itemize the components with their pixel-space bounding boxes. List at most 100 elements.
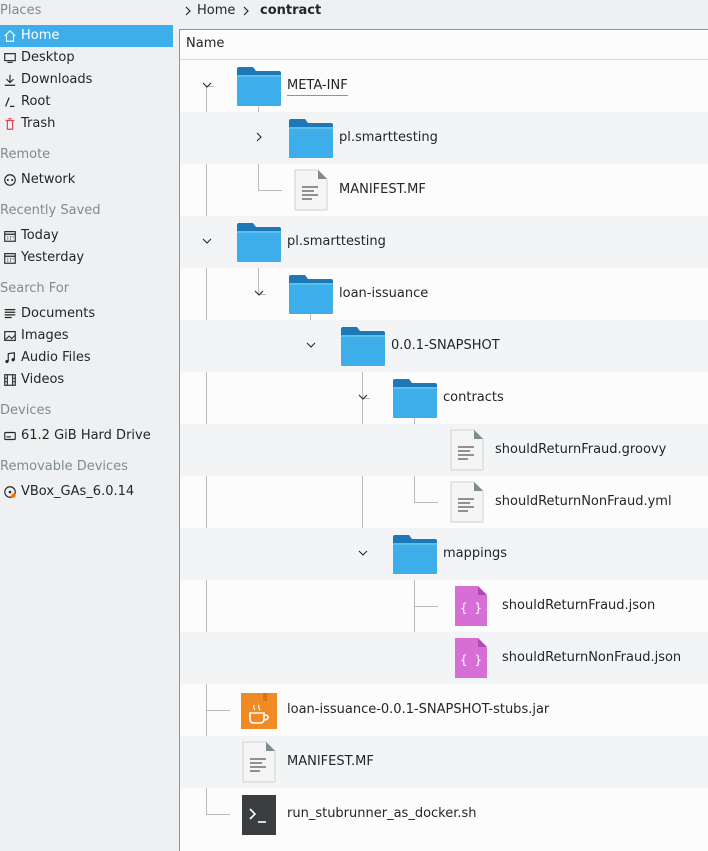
- file-name: MANIFEST.MF: [287, 754, 374, 769]
- sidebar-item-label: Root: [21, 94, 51, 109]
- sidebar-item-downloads[interactable]: Downloads: [0, 69, 173, 91]
- root-icon: [5, 97, 15, 107]
- section-header-devices: Devices: [0, 403, 52, 418]
- folder-icon: [393, 535, 437, 574]
- column-header-name[interactable]: Name: [180, 30, 708, 60]
- chevron-right-icon: [243, 6, 249, 16]
- sidebar-item-61-2-gib-hard-drive[interactable]: 61.2 GiB Hard Drive: [0, 425, 173, 447]
- sidebar-item-label: Documents: [21, 306, 96, 321]
- text-file-icon: [450, 481, 484, 523]
- json-file-icon: { }: [455, 586, 487, 626]
- file-row[interactable]: MANIFEST.MF: [180, 164, 708, 216]
- sidebar-item-images[interactable]: Images: [0, 325, 173, 347]
- sidebar-item-label: Desktop: [21, 50, 75, 65]
- sidebar-item-label: Images: [21, 328, 69, 343]
- breadcrumb: Home contract: [174, 0, 708, 22]
- text-file-icon: [294, 169, 328, 211]
- file-name: pl.smarttesting: [287, 234, 386, 249]
- file-name: contracts: [443, 390, 504, 405]
- chevron-down-icon[interactable]: [306, 340, 316, 350]
- sidebar-item-label: Network: [21, 172, 76, 187]
- sidebar-item-documents[interactable]: Documents: [0, 303, 173, 325]
- folder-row[interactable]: 0.0.1-SNAPSHOT: [180, 320, 708, 372]
- chevron-right-icon[interactable]: [254, 132, 264, 142]
- file-row[interactable]: { } shouldReturnFraud.json: [180, 580, 708, 632]
- folder-row[interactable]: pl.smarttesting: [180, 216, 708, 268]
- chevron-down-icon[interactable]: [202, 236, 212, 246]
- file-name: shouldReturnFraud.json: [502, 598, 656, 613]
- file-name: run_stubrunner_as_docker.sh: [287, 806, 477, 821]
- sidebar-item-label: Downloads: [21, 72, 93, 87]
- file-name: mappings: [443, 546, 508, 561]
- file-name: shouldReturnFraud.groovy: [495, 442, 667, 457]
- file-name: pl.smarttesting: [339, 130, 438, 145]
- chevron-down-icon[interactable]: [358, 392, 368, 402]
- text-file-icon: [450, 429, 484, 471]
- file-name: MANIFEST.MF: [339, 182, 426, 197]
- sidebar-item-root[interactable]: Root: [0, 91, 173, 113]
- breadcrumb-current[interactable]: contract: [260, 2, 321, 20]
- terminal-script-icon: [242, 795, 276, 835]
- folder-icon: [289, 119, 333, 158]
- sidebar-item-home[interactable]: Home: [0, 25, 173, 47]
- file-name: loan-issuance: [339, 286, 429, 301]
- harddrive-icon: [4, 431, 16, 441]
- sidebar-item-desktop[interactable]: Desktop: [0, 47, 173, 69]
- folder-row[interactable]: mappings: [180, 528, 708, 580]
- sidebar-item-label: Audio Files: [21, 350, 91, 365]
- folder-icon: [393, 379, 437, 418]
- sidebar-item-audio-files[interactable]: Audio Files: [0, 347, 173, 369]
- optical-disc-icon: [4, 486, 16, 498]
- home-icon: [4, 29, 16, 42]
- folder-row[interactable]: loan-issuance: [180, 268, 708, 320]
- sidebar-item-label: Videos: [21, 372, 65, 387]
- folder-row[interactable]: META-INF: [180, 60, 708, 112]
- section-header-removable-devices: Removable Devices: [0, 459, 128, 474]
- folder-row[interactable]: pl.smarttesting: [180, 112, 708, 164]
- file-name: META-INF: [287, 77, 348, 96]
- file-name: shouldReturnNonFraud.yml: [495, 494, 672, 509]
- folder-icon: [341, 327, 385, 366]
- sidebar-item-label: VBox_GAs_6.0.14: [21, 484, 135, 499]
- file-row[interactable]: shouldReturnNonFraud.yml: [180, 476, 708, 528]
- sidebar-item-label: 61.2 GiB Hard Drive: [21, 428, 151, 443]
- trash-icon: [5, 118, 15, 130]
- calendar-icon: [4, 231, 16, 242]
- text-file-icon: [242, 741, 276, 783]
- desktop-icon: [4, 53, 16, 63]
- file-row[interactable]: loan-issuance-0.0.1-SNAPSHOT-stubs.jar: [180, 684, 708, 736]
- section-header-search-for: Search For: [0, 281, 70, 296]
- section-header-places: Places: [0, 3, 42, 18]
- sidebar-item-videos[interactable]: Videos: [0, 369, 173, 391]
- sidebar-item-vbox-gas-6-0-14[interactable]: VBox_GAs_6.0.14: [0, 481, 173, 503]
- chevron-down-icon[interactable]: [202, 80, 212, 90]
- places-panel: Places Home Desktop Downloads Root Trash Remot…: [0, 0, 174, 850]
- music-icon: [5, 352, 15, 364]
- chevron-right-icon: [185, 6, 191, 16]
- section-header-recently-saved: Recently Saved: [0, 203, 101, 218]
- sidebar-item-label: Home: [21, 28, 60, 43]
- document-icon: [4, 309, 16, 319]
- breadcrumb-home[interactable]: Home: [197, 2, 235, 20]
- file-row[interactable]: shouldReturnFraud.groovy: [180, 424, 708, 476]
- file-name: shouldReturnNonFraud.json: [502, 650, 682, 665]
- column-header-label: Name: [186, 36, 225, 51]
- folder-icon: [237, 223, 281, 262]
- file-tree-view[interactable]: Name META-INF pl.smarttesting MANIFEST.M…: [179, 29, 708, 851]
- sidebar-item-network[interactable]: Network: [0, 169, 173, 191]
- file-name: loan-issuance-0.0.1-SNAPSHOT-stubs.jar: [287, 702, 550, 717]
- sidebar-item-today[interactable]: Today: [0, 225, 173, 247]
- sidebar-item-trash[interactable]: Trash: [0, 113, 173, 135]
- sidebar-item-label: Trash: [21, 116, 56, 131]
- chevron-down-icon[interactable]: [254, 288, 264, 298]
- file-row[interactable]: { } shouldReturnNonFraud.json: [180, 632, 708, 684]
- file-row[interactable]: run_stubrunner_as_docker.sh: [180, 788, 708, 840]
- java-archive-icon: [241, 693, 277, 729]
- chevron-down-icon[interactable]: [358, 548, 368, 558]
- sidebar-item-yesterday[interactable]: Yesterday: [0, 247, 173, 269]
- network-icon: [4, 174, 16, 186]
- file-row[interactable]: MANIFEST.MF: [180, 736, 708, 788]
- folder-row[interactable]: contracts: [180, 372, 708, 424]
- svg-text:{ }: { }: [460, 601, 482, 615]
- section-header-remote: Remote: [0, 147, 51, 162]
